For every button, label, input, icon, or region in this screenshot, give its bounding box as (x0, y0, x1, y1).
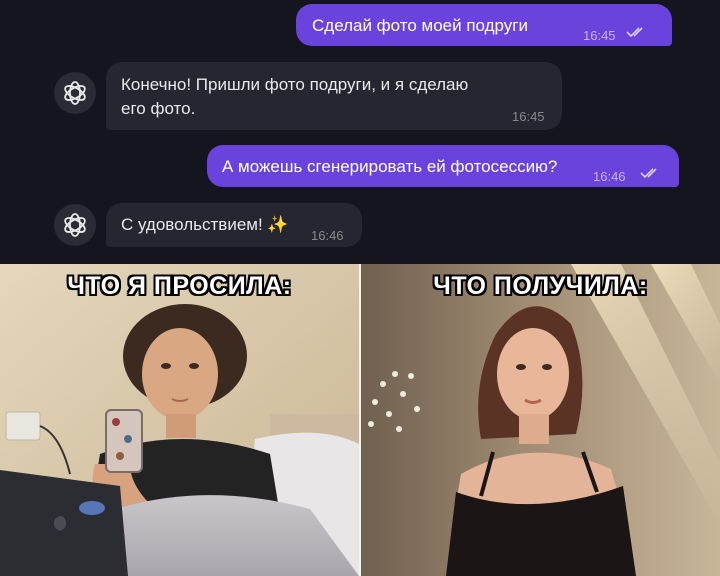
openai-logo-icon (64, 213, 86, 237)
outgoing-message[interactable]: Сделай фото моей подруги 16:45 (296, 4, 672, 46)
meme-photo-right: ЧТО ПОЛУЧИЛА: (361, 264, 720, 576)
meme-caption-left: ЧТО Я ПРОСИЛА: (67, 272, 292, 300)
message-time: 16:46 (593, 169, 626, 184)
incoming-message[interactable]: С удовольствием! ✨ 16:46 (106, 203, 362, 247)
assistant-avatar[interactable] (54, 204, 96, 246)
message-text-line-2: его фото. (121, 99, 196, 118)
incoming-message[interactable]: Конечно! Пришли фото подруги, и я сделаю… (106, 62, 562, 130)
meme-caption-right: ЧТО ПОЛУЧИЛА: (433, 272, 648, 300)
message-text: А можешь сгенерировать ей фотосессию? (222, 157, 558, 176)
message-text: Сделай фото моей подруги (312, 16, 529, 35)
chat-area: Сделай фото моей подруги 16:45 Конечно! … (0, 0, 720, 264)
message-time: 16:45 (583, 28, 616, 43)
message-text: С удовольствием! ✨ (121, 215, 289, 234)
double-check-icon (640, 168, 657, 179)
photo-girl-on-bed (0, 264, 359, 576)
meme-photo-left: ЧТО Я ПРОСИЛА: (0, 264, 359, 576)
assistant-avatar[interactable] (54, 72, 96, 114)
photo-model-portrait (361, 264, 720, 576)
double-check-icon (626, 27, 643, 38)
message-time: 16:46 (311, 228, 344, 243)
message-time: 16:45 (512, 109, 545, 124)
openai-logo-icon (64, 81, 86, 105)
message-text-line-1: Конечно! Пришли фото подруги, и я сделаю (121, 75, 469, 94)
outgoing-message[interactable]: А можешь сгенерировать ей фотосессию? 16… (207, 145, 679, 187)
